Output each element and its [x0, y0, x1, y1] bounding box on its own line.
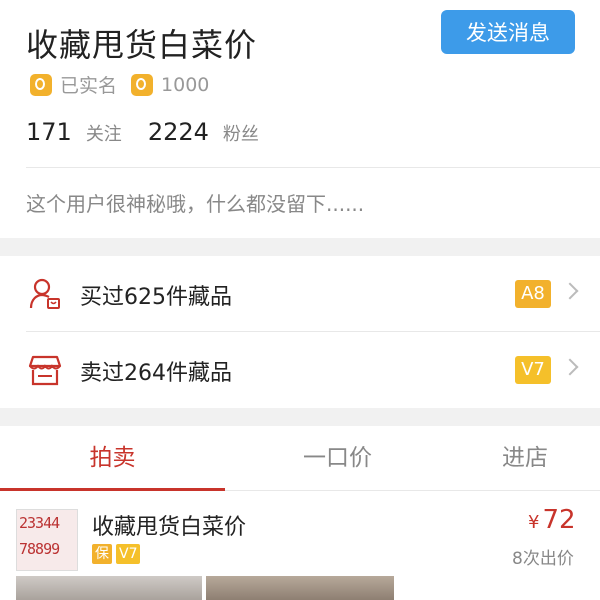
seller-level-badge: V7 [515, 356, 551, 384]
thumb-digits-bottom: 78899 [19, 540, 60, 558]
listing-thumbnail[interactable]: 23344 78899 [16, 509, 78, 571]
price-value: 72 [542, 505, 576, 535]
profile-badges: 已实名 1000 [30, 71, 209, 98]
section-gap [0, 408, 600, 426]
credit-score: 1000 [161, 73, 210, 96]
listing-photo[interactable] [16, 576, 202, 600]
divider [26, 331, 600, 332]
guarantee-tag: 保 [92, 544, 112, 564]
chevron-right-icon [561, 282, 579, 300]
profile-username: 收藏甩货白菜价 [26, 26, 258, 64]
shop-store-icon [28, 355, 62, 386]
listing-tags: 保 V7 [92, 544, 144, 564]
chevron-right-icon [561, 358, 579, 376]
following-label[interactable]: 关注 [86, 120, 122, 146]
section-gap [0, 238, 600, 256]
listing-photo[interactable] [206, 576, 394, 600]
buyer-user-icon [29, 278, 60, 309]
credit-badge-icon [131, 73, 154, 96]
tab-enter-shop[interactable]: 进店 [450, 426, 600, 490]
level-tag: V7 [116, 544, 141, 564]
bid-count: 8次出价 [512, 549, 574, 569]
buyer-level-badge: A8 [515, 280, 551, 308]
send-message-button[interactable]: 发送消息 [441, 10, 575, 54]
sold-items-row[interactable]: 卖过264件藏品 V7 [0, 333, 600, 407]
listing-price: ¥72 [528, 505, 576, 535]
following-count[interactable]: 171 [26, 118, 72, 146]
verified-label: 已实名 [60, 75, 118, 97]
profile-stats: 171 关注 2224 粉丝 [26, 118, 259, 146]
active-tab-indicator [0, 488, 225, 491]
id-badge-icon [30, 73, 52, 96]
sold-items-label: 卖过264件藏品 [80, 361, 232, 386]
currency-symbol: ¥ [528, 512, 540, 533]
bought-items-row[interactable]: 买过625件藏品 A8 [0, 257, 600, 331]
thumb-digits-top: 23344 [19, 514, 60, 532]
tab-auction[interactable]: 拍卖 [0, 426, 225, 490]
listing-title[interactable]: 收藏甩货白菜价 [92, 509, 246, 541]
followers-count[interactable]: 2224 [148, 118, 209, 146]
tab-fixed-price[interactable]: 一口价 [225, 426, 450, 490]
profile-bio: 这个用户很神秘哦，什么都没留下...... [26, 192, 365, 216]
divider [26, 167, 600, 168]
bought-items-label: 买过625件藏品 [80, 285, 232, 310]
followers-label[interactable]: 粉丝 [223, 120, 259, 146]
